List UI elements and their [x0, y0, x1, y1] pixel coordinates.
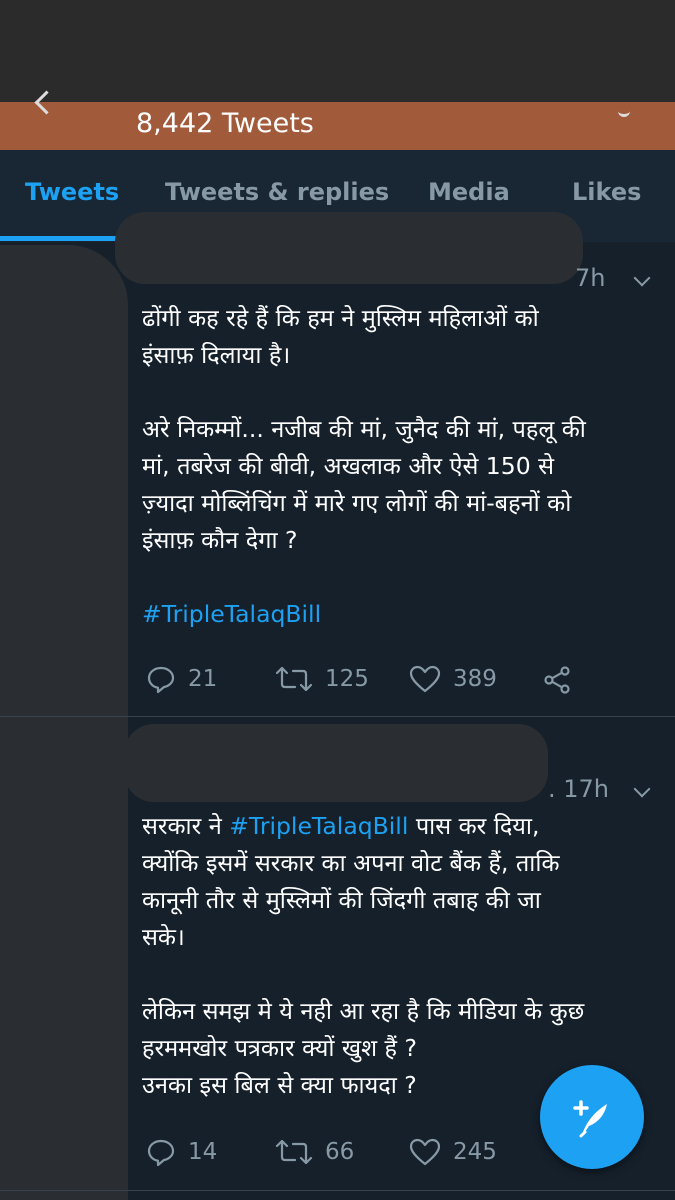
reply-icon	[147, 1139, 175, 1167]
tweet-divider	[0, 716, 675, 717]
tweet-divider	[0, 1190, 675, 1191]
status-bar-area	[0, 0, 675, 102]
tab-tweets-replies[interactable]: Tweets & replies	[165, 178, 389, 206]
tweet-line: लेकिन समझ मे ये नही आ रहा है कि मीडिया क…	[142, 997, 585, 1025]
reply-button[interactable]: 14	[146, 1137, 217, 1167]
header-action-icon[interactable]	[618, 104, 630, 117]
tweet-line: अरे निकम्मों... नजीब की मां, जुनैद की मा…	[142, 415, 586, 443]
heart-icon	[409, 1138, 441, 1166]
tweet-line: सरकार ने #TripleTalaqBill पास कर दिया,	[142, 808, 662, 845]
tweet-line: सके।	[142, 923, 185, 951]
retweet-count: 66	[325, 1139, 355, 1165]
retweet-button[interactable]: 66	[275, 1137, 354, 1167]
reply-icon	[147, 666, 175, 694]
tweet-line: इंसाफ़ कौन देगा ?	[142, 526, 298, 554]
tweet-line: कानूनी तौर से मुस्लिमों की जिंदगी तबाह क…	[142, 886, 541, 914]
redacted-avatar-column	[0, 245, 128, 1200]
hashtag-link[interactable]: #TripleTalaqBill	[142, 596, 662, 633]
share-icon	[544, 666, 570, 694]
reply-button[interactable]: 21	[146, 664, 217, 694]
reply-count: 21	[188, 666, 218, 692]
tweet-text-segment: सरकार ने	[142, 812, 230, 840]
like-count: 389	[453, 666, 497, 692]
tab-tweets[interactable]: Tweets	[25, 178, 119, 206]
like-count: 245	[453, 1139, 497, 1165]
tweet-line: हरममखोर पत्रकार क्यों खुश हैं ?	[142, 1034, 417, 1062]
tweet-line: इंसाफ़ दिलाया है।	[142, 341, 291, 369]
redacted-username-2	[124, 724, 548, 802]
retweet-icon	[275, 666, 313, 692]
tweet-line: क्योंकि इसमें सरकार का अपना वोट बैंक हैं…	[142, 849, 560, 877]
hashtag-link[interactable]: #TripleTalaqBill	[229, 812, 408, 840]
redacted-username-1	[115, 212, 583, 284]
heart-icon	[409, 665, 441, 693]
reply-count: 14	[188, 1139, 218, 1165]
like-button[interactable]: 245	[409, 1137, 497, 1167]
tweet-body: ढोंगी कह रहे हैं कि हम ने मुस्लिम महिलाओ…	[142, 300, 662, 633]
tweet-line: मां, तबरेज की बीवी, अखलाक और ऐसे 150 से	[142, 452, 555, 480]
compose-feather-icon	[573, 1100, 607, 1138]
tweet-line: ज़्यादा मोब्लिंचिंग में मारे गए लोगों की…	[142, 489, 572, 517]
chevron-down-icon[interactable]	[633, 269, 651, 287]
compose-tweet-button[interactable]	[540, 1065, 644, 1169]
active-tab-indicator	[0, 236, 120, 241]
retweet-button[interactable]: 125	[275, 664, 369, 694]
retweet-count: 125	[325, 666, 369, 692]
tab-media[interactable]: Media	[428, 178, 510, 206]
tweet-timestamp: 7h	[575, 264, 606, 292]
tweet-timestamp: . 17h	[548, 775, 610, 803]
tweet-line: ढोंगी कह रहे हैं कि हम ने मुस्लिम महिलाओ…	[142, 304, 539, 332]
share-button[interactable]	[542, 665, 584, 695]
tweet-body: सरकार ने #TripleTalaqBill पास कर दिया, क…	[142, 808, 662, 1104]
tweet-text-segment: पास कर दिया,	[408, 812, 540, 840]
profile-header-banner	[0, 102, 675, 150]
tweet-count: 8,442 Tweets	[136, 108, 314, 139]
tab-likes[interactable]: Likes	[572, 178, 641, 206]
like-button[interactable]: 389	[409, 664, 497, 694]
chevron-down-icon[interactable]	[633, 780, 651, 798]
retweet-icon	[275, 1139, 313, 1165]
